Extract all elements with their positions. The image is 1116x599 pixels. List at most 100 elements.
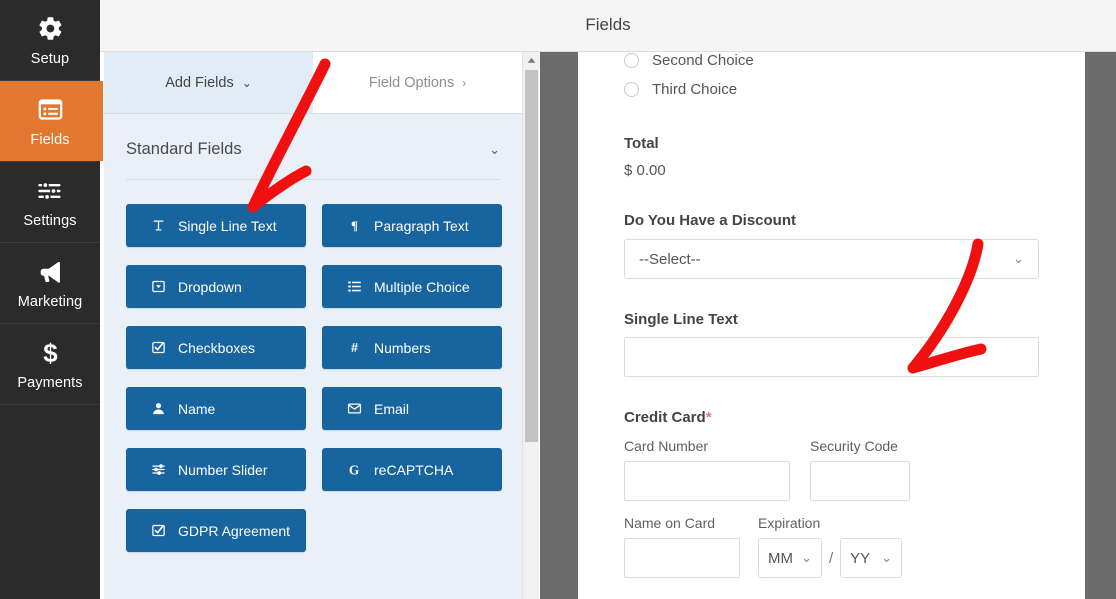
chevron-down-icon: ⌄ xyxy=(489,141,500,157)
panel-tabs: Add Fields ⌄ Field Options › xyxy=(104,52,522,114)
panel-scrollbar[interactable] xyxy=(522,52,540,599)
sidebar-item-label: Setup xyxy=(30,50,70,67)
field-button-multiple-choice[interactable]: Multiple Choice xyxy=(322,265,502,308)
name-on-card-input[interactable] xyxy=(624,538,740,578)
sidebar-item-setup[interactable]: Setup xyxy=(0,0,100,81)
field-button-label: Paragraph Text xyxy=(374,217,469,234)
pilcrow-icon: ¶ xyxy=(344,218,364,233)
list-radio-icon xyxy=(344,279,364,294)
tab-field-options-label: Field Options xyxy=(368,74,455,91)
standard-fields-grid: Single Line Text ¶ Paragraph Text Dropdo… xyxy=(104,180,522,552)
discount-select[interactable]: --Select-- ⌄ xyxy=(624,239,1039,279)
sidebar-item-label: Fields xyxy=(30,131,70,148)
discount-label: Do You Have a Discount xyxy=(624,212,796,229)
scrollbar-thumb[interactable] xyxy=(525,70,538,442)
tab-add-fields[interactable]: Add Fields ⌄ xyxy=(104,52,313,113)
field-button-name[interactable]: Name xyxy=(126,387,306,430)
radio-icon[interactable] xyxy=(624,82,639,97)
field-button-label: Dropdown xyxy=(178,278,242,295)
chevron-down-icon: ⌄ xyxy=(1013,251,1024,266)
panel-gutter-right xyxy=(1085,52,1116,599)
envelope-icon xyxy=(344,401,364,416)
field-button-checkboxes[interactable]: Checkboxes xyxy=(126,326,306,369)
dropdown-icon xyxy=(148,279,168,294)
field-button-number-slider[interactable]: Number Slider xyxy=(126,448,306,491)
field-button-label: GDPR Agreement xyxy=(178,522,291,539)
field-button-label: Email xyxy=(374,400,410,417)
checkbox-icon xyxy=(148,340,168,355)
sidebar-item-label: Settings xyxy=(23,212,77,229)
expiration-year-select[interactable]: YY ⌄ xyxy=(840,538,903,578)
page-title: Fields xyxy=(585,15,631,34)
form-builder-window: Setup Fields Settings Marketing $ Paymen… xyxy=(0,0,1116,599)
card-number-input[interactable] xyxy=(624,461,790,501)
total-label: Total xyxy=(624,135,659,152)
field-button-label: Single Line Text xyxy=(178,217,277,234)
choice-row-third[interactable]: Third Choice xyxy=(624,76,1039,103)
sidebar-item-settings[interactable]: Settings xyxy=(0,162,100,243)
form-preview: Second Choice Third Choice Total $ 0.00 … xyxy=(578,52,1085,599)
sidebar-item-marketing[interactable]: Marketing xyxy=(0,243,100,324)
chevron-down-icon: ⌄ xyxy=(241,75,252,90)
expiration-month-select[interactable]: MM ⌄ xyxy=(758,538,822,578)
google-g-icon: G xyxy=(344,462,364,478)
single-line-text-label: Single Line Text xyxy=(624,311,738,328)
sidebar-item-label: Payments xyxy=(17,374,83,391)
add-fields-panel: Add Fields ⌄ Field Options › Standard Fi… xyxy=(104,52,522,599)
gear-icon xyxy=(37,14,64,44)
sidebar-item-payments[interactable]: $ Payments xyxy=(0,324,100,405)
user-icon xyxy=(148,401,168,416)
slider-icon xyxy=(148,462,168,477)
field-button-paragraph-text[interactable]: ¶ Paragraph Text xyxy=(322,204,502,247)
svg-text:#: # xyxy=(351,341,358,355)
expiration-separator: / xyxy=(829,549,834,567)
security-code-input[interactable] xyxy=(810,461,910,501)
field-button-gdpr-agreement[interactable]: GDPR Agreement xyxy=(126,509,306,552)
credit-card-label: Credit Card* xyxy=(624,409,1039,426)
total-value: $ 0.00 xyxy=(624,162,666,179)
choice-label: Second Choice xyxy=(652,52,754,69)
choice-label: Third Choice xyxy=(652,81,738,98)
dollar-icon: $ xyxy=(37,338,64,368)
security-code-label: Security Code xyxy=(810,438,898,454)
single-line-text-input[interactable] xyxy=(624,337,1039,377)
card-number-label: Card Number xyxy=(624,438,709,454)
name-on-card-label: Name on Card xyxy=(624,515,716,531)
list-panel-icon xyxy=(37,95,64,125)
svg-text:G: G xyxy=(349,462,359,477)
text-cursor-icon xyxy=(148,218,168,233)
megaphone-icon xyxy=(36,257,64,287)
field-button-email[interactable]: Email xyxy=(322,387,502,430)
expiration-label: Expiration xyxy=(758,515,821,531)
panel-gutter-left xyxy=(540,52,578,599)
field-button-label: Number Slider xyxy=(178,461,268,478)
tab-add-fields-label: Add Fields xyxy=(165,74,234,91)
field-button-numbers[interactable]: # Numbers xyxy=(322,326,502,369)
field-button-label: Name xyxy=(178,400,216,417)
field-button-label: reCAPTCHA xyxy=(374,461,454,478)
field-button-single-line-text[interactable]: Single Line Text xyxy=(126,204,306,247)
sidebar-item-fields[interactable]: Fields xyxy=(0,81,103,162)
hash-icon: # xyxy=(344,340,364,355)
standard-fields-section-header[interactable]: Standard Fields ⌄ xyxy=(104,114,522,159)
field-button-recaptcha[interactable]: G reCAPTCHA xyxy=(322,448,502,491)
chevron-down-icon: ⌄ xyxy=(881,550,893,565)
credit-card-label-text: Credit Card xyxy=(624,409,706,426)
sidebar-item-label: Marketing xyxy=(17,293,83,310)
required-asterisk: * xyxy=(705,409,712,426)
field-button-label: Checkboxes xyxy=(178,339,256,356)
field-button-dropdown[interactable]: Dropdown xyxy=(126,265,306,308)
field-button-label: Multiple Choice xyxy=(374,278,470,295)
radio-icon[interactable] xyxy=(624,53,639,68)
sidebar: Setup Fields Settings Marketing $ Paymen… xyxy=(0,0,103,599)
choice-row-second[interactable]: Second Choice xyxy=(624,52,1039,74)
scroll-up-arrow-icon[interactable] xyxy=(523,52,540,68)
expiration-year-value: YY xyxy=(850,549,871,567)
discount-select-value: --Select-- xyxy=(639,250,701,268)
section-title: Standard Fields xyxy=(126,140,242,158)
checkbox-icon xyxy=(148,523,168,538)
svg-text:¶: ¶ xyxy=(350,218,357,233)
tab-field-options[interactable]: Field Options › xyxy=(313,52,522,113)
top-header: Fields xyxy=(100,0,1116,52)
svg-text:$: $ xyxy=(43,340,58,367)
